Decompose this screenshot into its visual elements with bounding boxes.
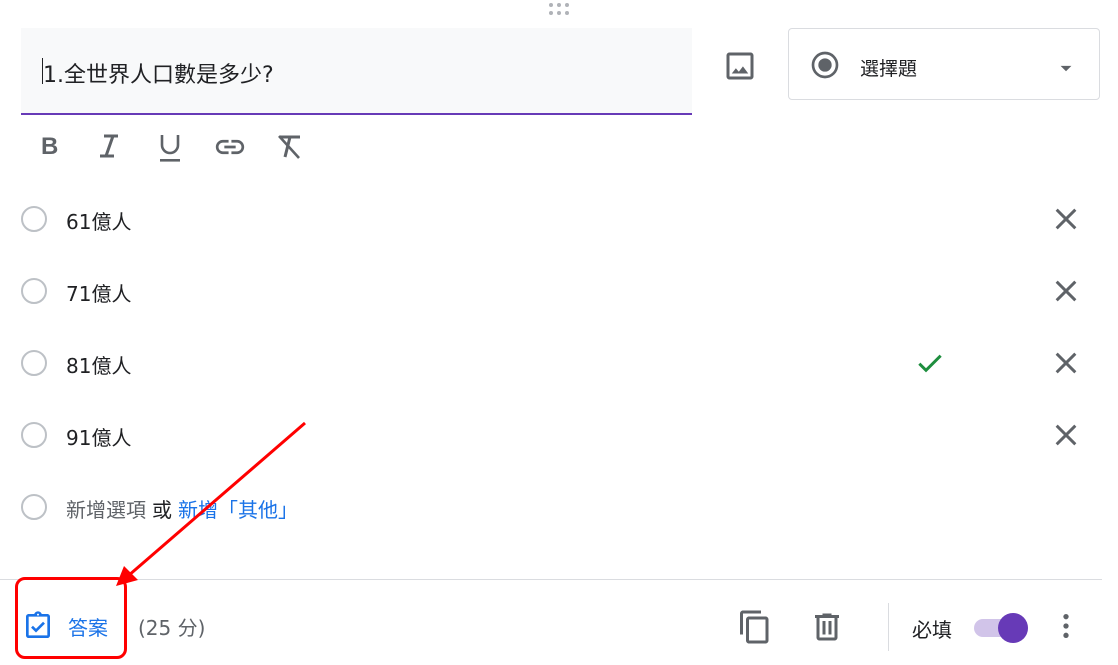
duplicate-button[interactable]: [737, 609, 773, 645]
clear-format-icon: [278, 135, 300, 159]
svg-text:B: B: [41, 133, 58, 160]
option-row: 61億人: [0, 199, 1118, 243]
remove-option-button[interactable]: [1050, 203, 1082, 235]
drag-handle[interactable]: [549, 3, 575, 17]
arrow-drop-down-icon: [1060, 65, 1072, 72]
question-type-dropdown[interactable]: 選擇題: [788, 28, 1100, 100]
add-image-button[interactable]: [722, 48, 758, 84]
option-label[interactable]: 61億人: [66, 206, 131, 235]
close-icon: [1055, 424, 1077, 446]
radio-icon: [21, 350, 47, 376]
option-row: 91億人: [0, 415, 1118, 459]
question-type-label: 選擇題: [860, 58, 918, 80]
more-vert-icon: [1063, 614, 1069, 638]
italic-icon: [100, 134, 118, 158]
delete-button[interactable]: [809, 609, 845, 645]
toggle-thumb: [998, 613, 1028, 643]
option-row: 71億人: [0, 271, 1118, 315]
underline-icon: [160, 135, 180, 162]
correct-answer-mark: [913, 347, 947, 379]
footer-divider: [0, 579, 1102, 580]
radio-icon: [21, 494, 47, 520]
italic-button[interactable]: [92, 130, 128, 164]
link-icon: [215, 139, 245, 155]
more-options-button[interactable]: [1050, 608, 1082, 644]
option-label[interactable]: 81億人: [66, 350, 131, 379]
annotation-highlight-box: [15, 577, 127, 659]
add-other-link[interactable]: 新增「其他」: [178, 498, 298, 522]
check-icon: [918, 354, 942, 373]
clear-formatting-button[interactable]: [272, 130, 308, 164]
question-title-field[interactable]: 1.全世界人口數是多少?: [21, 28, 692, 115]
bold-icon: B: [41, 133, 58, 160]
radio-icon: [21, 206, 47, 232]
points-label: (25 分): [138, 616, 206, 640]
copy-icon: [740, 610, 769, 644]
trash-icon: [815, 613, 839, 641]
radio-checked-icon: [811, 51, 839, 79]
or-text: 或: [152, 498, 172, 522]
close-icon: [1055, 280, 1077, 302]
option-label[interactable]: 71億人: [66, 278, 131, 307]
remove-option-button[interactable]: [1050, 347, 1082, 379]
add-option-line: 新增選項或新增「其他」: [66, 494, 298, 523]
insert-link-button[interactable]: [212, 130, 248, 164]
required-toggle[interactable]: [972, 611, 1034, 643]
add-option-row: 新增選項或新增「其他」: [0, 487, 1118, 531]
remove-option-button[interactable]: [1050, 419, 1082, 451]
close-icon: [1055, 208, 1077, 230]
bold-button[interactable]: B: [32, 130, 68, 164]
option-label[interactable]: 91億人: [66, 422, 131, 451]
required-label: 必填: [912, 618, 952, 642]
radio-icon: [21, 422, 47, 448]
radio-icon: [21, 278, 47, 304]
close-icon: [1055, 352, 1077, 374]
underline-button[interactable]: [152, 130, 188, 164]
image-icon: [726, 52, 754, 80]
add-option-input[interactable]: 新增選項: [66, 498, 146, 522]
option-row-correct: 81億人: [0, 343, 1118, 387]
question-title: 1.全世界人口數是多少?: [43, 63, 274, 88]
remove-option-button[interactable]: [1050, 275, 1082, 307]
footer-vertical-divider: [888, 603, 889, 651]
